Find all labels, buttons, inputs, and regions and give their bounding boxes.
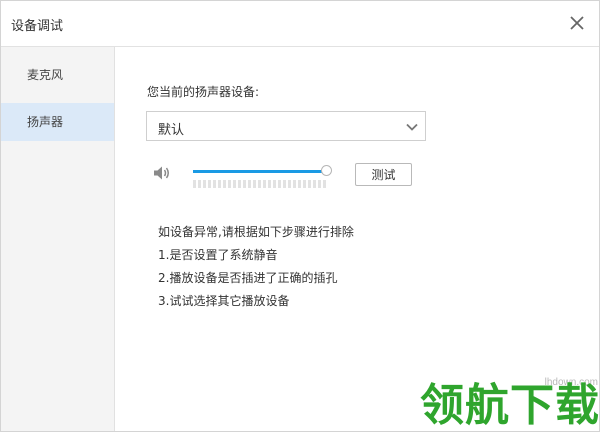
level-meter-segment <box>248 180 251 188</box>
level-meter-segment <box>263 180 266 188</box>
level-meter-segment <box>198 180 201 188</box>
selected-device-value: 默认 <box>158 123 185 138</box>
level-meter-segment <box>288 180 291 188</box>
level-meter-segment <box>223 180 226 188</box>
watermark-logo: lhdown.com 领航下载 <box>420 369 600 431</box>
level-meter-segment <box>203 180 206 188</box>
speaker-device-label: 您当前的扬声器设备: <box>147 85 260 99</box>
level-meter-segment <box>293 180 296 188</box>
sidebar: 麦克风 扬声器 <box>1 47 115 431</box>
dialog-title: 设备调试 <box>11 19 64 34</box>
level-meter-segment <box>218 180 221 188</box>
tip-step: 3.试试选择其它播放设备 <box>158 294 290 308</box>
level-meter-segment <box>323 180 326 188</box>
level-meter-segment <box>243 180 246 188</box>
level-meter-segment <box>283 180 286 188</box>
sidebar-item-microphone[interactable]: 麦克风 <box>1 56 114 94</box>
level-meter-segment <box>208 180 211 188</box>
level-meter-segment <box>268 180 271 188</box>
level-meter-segment <box>313 180 316 188</box>
level-meter-segment <box>238 180 241 188</box>
tip-step: 1.是否设置了系统静音 <box>158 248 278 262</box>
level-meter-segment <box>303 180 306 188</box>
speaker-device-select[interactable]: 默认 <box>146 111 426 141</box>
volume-slider[interactable] <box>193 165 332 176</box>
level-meter-segment <box>273 180 276 188</box>
watermark-text: 领航下载 <box>420 380 600 431</box>
close-icon <box>570 16 584 30</box>
title-bar: 设备调试 <box>1 1 599 47</box>
tip-step: 2.播放设备是否插进了正确的插孔 <box>158 271 338 285</box>
tips-heading: 如设备异常,请根据如下步骤进行排除 <box>158 225 354 239</box>
volume-slider-thumb[interactable] <box>321 165 332 176</box>
volume-slider-fill <box>193 170 327 173</box>
level-meter-segment <box>278 180 281 188</box>
level-meter-segment <box>228 180 231 188</box>
sidebar-item-speaker[interactable]: 扬声器 <box>1 103 114 141</box>
device-debug-dialog: 设备调试 麦克风 扬声器 您当前的扬声器设备: 默认 测试 如设备异常,请根据如… <box>0 0 600 432</box>
level-meter-segment <box>258 180 261 188</box>
speaker-settings-panel: 您当前的扬声器设备: 默认 测试 如设备异常,请根据如下步骤进行排除 1.是否设… <box>115 47 599 431</box>
level-meter-segment <box>213 180 216 188</box>
chevron-down-icon <box>406 123 418 131</box>
level-meter-segment <box>233 180 236 188</box>
level-meter-segment <box>253 180 256 188</box>
speaker-volume-icon <box>154 166 169 180</box>
level-meter-segment <box>318 180 321 188</box>
test-button[interactable]: 测试 <box>355 163 412 186</box>
close-button[interactable] <box>567 13 587 33</box>
level-meter-segment <box>308 180 311 188</box>
level-meter-segment <box>298 180 301 188</box>
level-meter-segment <box>193 180 196 188</box>
output-level-meter <box>193 180 329 188</box>
